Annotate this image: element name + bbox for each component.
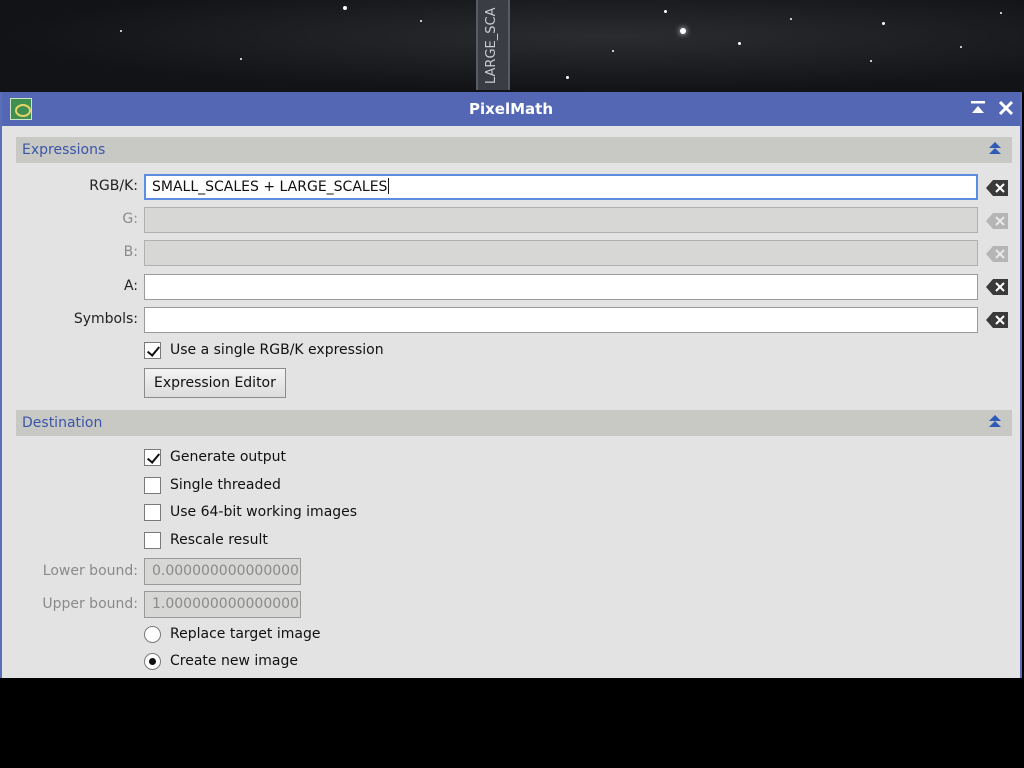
g-label: G: — [122, 211, 138, 227]
use-64bit-label[interactable]: Use 64-bit working images — [170, 504, 357, 520]
a-label: A: — [123, 278, 138, 294]
rescale-result-label[interactable]: Rescale result — [170, 532, 268, 548]
a-expression-input[interactable] — [144, 274, 978, 300]
b-expression-input[interactable] — [144, 240, 978, 266]
shade-window-icon[interactable] — [968, 98, 988, 118]
text-caret — [388, 178, 390, 194]
clear-g-icon[interactable] — [986, 213, 1010, 229]
clear-b-icon[interactable] — [986, 246, 1010, 262]
single-threaded-checkbox[interactable] — [144, 477, 161, 494]
replace-target-radio[interactable] — [144, 626, 161, 643]
single-threaded-label[interactable]: Single threaded — [170, 477, 281, 493]
image-view-tab[interactable]: LARGE_SCA — [476, 0, 510, 90]
expression-editor-button[interactable]: Expression Editor — [144, 368, 286, 398]
rescale-result-checkbox[interactable] — [144, 532, 161, 549]
pixelmath-window: PixelMath Expressions RGB/K: SMALL_SCALE… — [0, 92, 1022, 678]
title-bar[interactable]: PixelMath — [2, 92, 1020, 126]
symbols-input[interactable] — [144, 307, 978, 333]
rgbk-expression-input[interactable]: SMALL_SCALES + LARGE_SCALES — [144, 174, 978, 200]
upper-bound-label: Upper bound: — [42, 596, 138, 612]
destination-section-header[interactable]: Destination — [16, 410, 1012, 436]
expressions-section-title: Expressions — [22, 142, 106, 158]
upper-bound-input[interactable]: 1.000000000000000 — [144, 591, 301, 618]
image-view-tab-label: LARGE_SCA — [484, 7, 499, 84]
replace-target-label[interactable]: Replace target image — [170, 626, 320, 642]
clear-rgbk-icon[interactable] — [986, 180, 1010, 196]
rgbk-label: RGB/K: — [89, 178, 138, 194]
window-title: PixelMath — [468, 100, 554, 118]
collapse-destination-icon[interactable] — [988, 415, 1002, 429]
use-64bit-checkbox[interactable] — [144, 504, 161, 521]
collapse-expressions-icon[interactable] — [988, 142, 1002, 156]
destination-section-title: Destination — [22, 415, 103, 431]
close-icon[interactable] — [996, 98, 1016, 118]
create-new-image-radio[interactable] — [144, 653, 161, 670]
create-new-image-label[interactable]: Create new image — [170, 653, 298, 669]
expressions-section-header[interactable]: Expressions — [16, 137, 1012, 163]
single-rgbk-checkbox[interactable] — [144, 342, 161, 359]
g-expression-input[interactable] — [144, 207, 978, 233]
single-rgbk-label[interactable]: Use a single RGB/K expression — [170, 342, 384, 358]
symbols-label: Symbols: — [73, 311, 138, 327]
generate-output-label[interactable]: Generate output — [170, 449, 286, 465]
clear-symbols-icon[interactable] — [986, 312, 1010, 328]
clear-a-icon[interactable] — [986, 279, 1010, 295]
lower-bound-label: Lower bound: — [42, 563, 138, 579]
image-background — [0, 0, 1024, 92]
rgbk-expression-text: SMALL_SCALES + LARGE_SCALES — [152, 179, 388, 195]
b-label: B: — [123, 244, 138, 260]
lower-bound-input[interactable]: 0.000000000000000 — [144, 558, 301, 585]
generate-output-checkbox[interactable] — [144, 449, 161, 466]
